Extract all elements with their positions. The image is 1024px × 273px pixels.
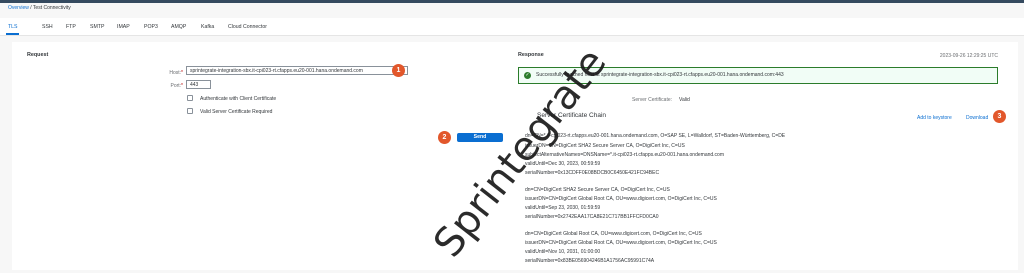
cert-1-serial: serialNumber=0x13CDFF0E08BDCB0C6450E421F… [525, 170, 660, 176]
cert-3-dn: dn=CN=DigiCert Global Root CA, OU=www.di… [525, 231, 702, 237]
add-to-keystore-link[interactable]: Add to keystore [917, 115, 952, 121]
host-label-text: Host: [169, 70, 182, 76]
step-badge-3: 3 [993, 110, 1006, 123]
check-icon: ✓ [524, 72, 531, 79]
host-required-mark: * [181, 70, 183, 76]
response-title: Response [518, 52, 544, 58]
send-button[interactable]: Send [457, 133, 503, 142]
tab-ssh[interactable]: SSH [42, 24, 53, 30]
port-label: Port:* [150, 83, 183, 89]
breadcrumb-overview-link[interactable]: Overview [8, 5, 29, 11]
port-label-text: Port: [170, 83, 182, 89]
host-label: Host:* [150, 70, 183, 76]
tab-amqp[interactable]: AMQP [171, 24, 186, 30]
step-badge-2: 2 [438, 131, 451, 144]
tab-imap[interactable]: IMAP [117, 24, 130, 30]
download-link[interactable]: Download [966, 115, 988, 121]
cert-2-serial: serialNumber=0x2742EAA17CA8E21C717BB1FFC… [525, 214, 659, 220]
cert-2-issuer: issuerDN=CN=DigiCert Global Root CA, OU=… [525, 196, 717, 202]
request-title: Request [27, 52, 49, 58]
cert-3-serial: serialNumber=0x83BE056904246B1A1756AC959… [525, 258, 655, 264]
port-required-mark: * [181, 83, 183, 89]
cert-1-san: subjectAlternativeNames=DNSName=*.it-cpi… [525, 152, 724, 158]
cert-2-dn: dn=CN=DigiCert SHA2 Secure Server CA, O=… [525, 187, 670, 193]
response-timestamp: 2023-09-26 12:29:25 UTC [939, 53, 998, 59]
shell-bar [0, 0, 1024, 3]
cert-3-valid-until: validUntil=Nov 10, 2031, 01:00:00 [525, 249, 601, 255]
cert-3-issuer: issuerDN=CN=DigiCert Global Root CA, OU=… [525, 240, 717, 246]
auth-client-cert-checkbox[interactable] [187, 95, 193, 101]
cert-2-valid-until: validUntil=Sep 23, 2030, 01:59:59 [525, 205, 601, 211]
protocol-tabs: TLS SSH FTP SMTP IMAP POP3 AMQP Kafka Cl… [0, 18, 1024, 36]
active-tab-indicator [6, 33, 19, 35]
port-input[interactable]: 443 [186, 80, 211, 89]
server-certificate-label: Server Certificate: [631, 97, 672, 103]
step-badge-1: 1 [392, 64, 405, 77]
valid-server-cert-label: Valid Server Certificate Required [200, 109, 273, 115]
tab-smtp[interactable]: SMTP [90, 24, 104, 30]
tab-ftp[interactable]: FTP [66, 24, 76, 30]
breadcrumb-current: Test Connectivity [32, 5, 71, 11]
auth-client-cert-label: Authenticate with Client Certificate [200, 96, 277, 102]
tab-tls[interactable]: TLS [8, 24, 18, 30]
tab-cloud-connector[interactable]: Cloud Connector [228, 24, 267, 30]
valid-server-cert-checkbox[interactable] [187, 108, 193, 114]
tab-pop3[interactable]: POP3 [144, 24, 158, 30]
tab-kafka[interactable]: Kafka [201, 24, 214, 30]
host-input[interactable]: sprintegrate-integration-sbx.it-cpi023-r… [186, 66, 408, 75]
server-certificate-status: Valid [679, 97, 690, 103]
breadcrumb: Overview / Test Connectivity [8, 5, 71, 11]
